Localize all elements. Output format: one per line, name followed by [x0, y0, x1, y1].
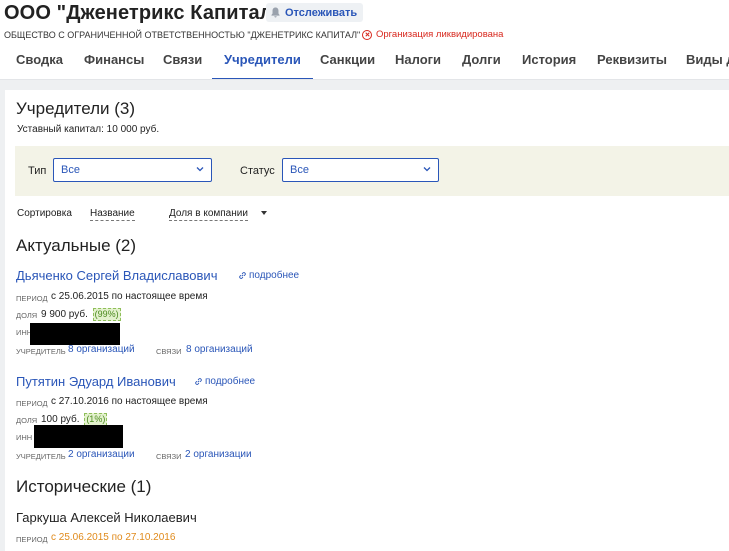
tab-founders[interactable]: Учредители — [212, 45, 313, 79]
type-filter-label: Тип — [28, 165, 47, 177]
status-select-value: Все — [290, 164, 309, 176]
founder-of-label: учредитель — [16, 452, 66, 461]
more-link-label: подробнее — [205, 376, 256, 387]
historical-period-value: с 25.06.2015 по 27.10.2016 — [51, 532, 176, 543]
founders-card: Учредители (3) Уставный капитал: 10 000 … — [5, 90, 729, 551]
share-amount: 9 900 руб. — [41, 309, 88, 320]
links-label: связи — [156, 452, 182, 461]
more-link-label: подробнее — [249, 270, 300, 281]
inn-redacted — [34, 425, 123, 448]
type-select[interactable]: Все — [53, 158, 212, 182]
liquidation-status-text: Организация ликвидирована — [376, 29, 504, 40]
close-circle-icon — [362, 29, 372, 40]
historical-founder-name: Гаркуша Алексей Николаевич — [16, 510, 197, 525]
link-icon — [239, 272, 246, 279]
inn-redacted — [30, 323, 120, 345]
track-button-label: Отслеживать — [285, 6, 358, 19]
links-label: связи — [156, 347, 182, 356]
link-icon — [195, 378, 202, 385]
more-link[interactable]: подробнее — [194, 376, 255, 387]
current-founders-title: Актуальные (2) — [16, 236, 137, 255]
founder-of-link[interactable]: 2 организации — [68, 449, 135, 460]
sort-label: Сортировка — [17, 208, 72, 219]
period-label: период — [16, 294, 48, 303]
tab-finance[interactable]: Финансы — [84, 45, 144, 79]
share-value: 9 900 руб. (99%) — [41, 308, 121, 321]
share-label: доля — [16, 311, 38, 320]
tab-activities[interactable]: Виды д — [686, 45, 729, 79]
share-amount: 100 руб. — [41, 414, 80, 425]
founder-of-link[interactable]: 8 организаций — [68, 344, 135, 355]
status-select[interactable]: Все — [282, 158, 439, 182]
inn-label: инн — [16, 433, 33, 442]
links-link[interactable]: 2 организации — [185, 449, 252, 460]
charter-capital: Уставный капитал: 10 000 руб. — [17, 124, 160, 135]
chevron-down-icon — [196, 167, 204, 172]
liquidation-status: Организация ликвидирована — [362, 29, 503, 40]
period-value: с 25.06.2015 по настоящее время — [51, 291, 208, 302]
more-link[interactable]: подробнее — [238, 270, 299, 281]
company-header: ООО "Дженетрикс Капитал" Отслеживать ОБЩ… — [0, 0, 729, 80]
sort-by-name[interactable]: Название — [90, 208, 135, 221]
type-select-value: Все — [61, 164, 80, 176]
founder-name-link[interactable]: Дьяченко Сергей Владиславович — [16, 268, 217, 283]
tab-connections[interactable]: Связи — [163, 45, 202, 79]
tab-debts[interactable]: Долги — [462, 45, 501, 79]
tab-requisites[interactable]: Реквизиты — [597, 45, 667, 79]
share-label: доля — [16, 416, 38, 425]
founder-name-link[interactable]: Путятин Эдуард Иванович — [16, 374, 176, 389]
links-link[interactable]: 8 организаций — [186, 344, 253, 355]
tab-sanctions[interactable]: Санкции — [320, 45, 375, 79]
tab-taxes[interactable]: Налоги — [395, 45, 441, 79]
company-title: ООО "Дженетрикс Капитал" — [4, 2, 283, 24]
tab-history[interactable]: История — [522, 45, 576, 79]
caret-down-icon — [261, 211, 267, 215]
sort-by-share[interactable]: Доля в компании — [169, 208, 248, 221]
status-filter-label: Статус — [240, 165, 275, 177]
period-label: период — [16, 535, 48, 544]
filter-bar: Тип Все Статус Все — [15, 146, 729, 196]
tab-bar: Сводка Финансы Связи Учредители Санкции … — [0, 45, 729, 80]
period-value: с 27.10.2016 по настоящее время — [51, 396, 208, 407]
historical-founders-title: Исторические (1) — [16, 477, 152, 496]
bell-icon — [271, 7, 280, 18]
founder-of-label: учредитель — [16, 347, 66, 356]
share-percent-badge: (99%) — [92, 308, 121, 321]
chevron-down-icon — [423, 167, 431, 172]
legal-name: ОБЩЕСТВО С ОГРАНИЧЕННОЙ ОТВЕТСТВЕННОСТЬЮ… — [4, 30, 361, 40]
period-label: период — [16, 399, 48, 408]
founders-title: Учредители (3) — [16, 99, 136, 118]
tab-summary[interactable]: Сводка — [16, 45, 63, 79]
track-button[interactable]: Отслеживать — [266, 3, 364, 22]
